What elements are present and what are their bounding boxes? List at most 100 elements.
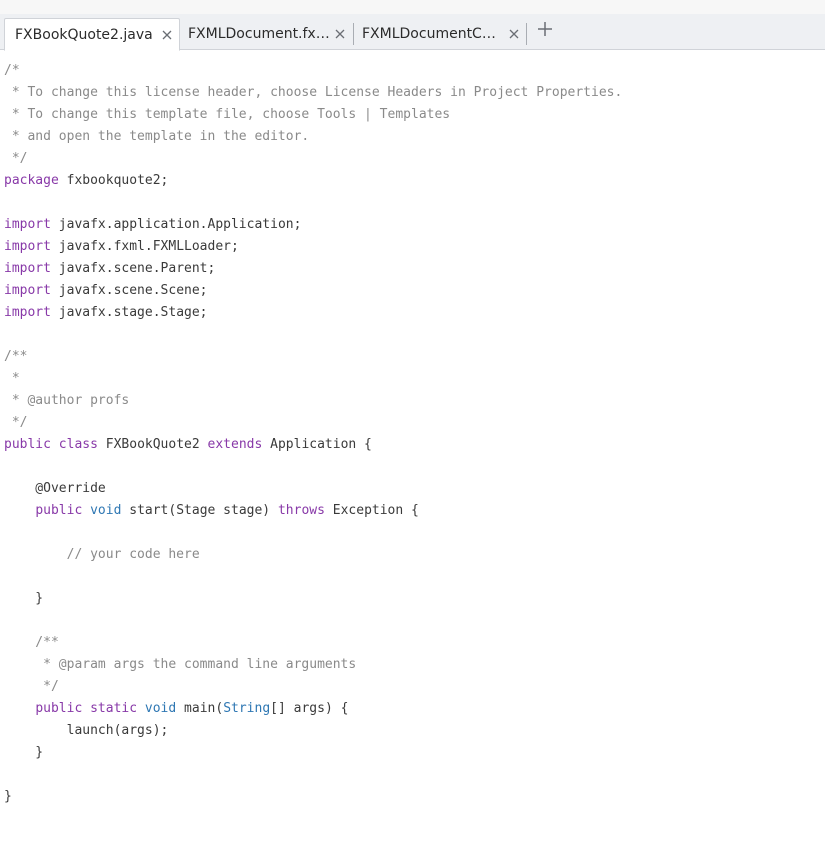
code-line[interactable]: * @param args the command line arguments xyxy=(0,654,825,676)
code-token-plain: javafx.fxml.FXMLLoader; xyxy=(50,239,239,254)
code-token-plain: main( xyxy=(176,701,224,716)
code-line[interactable]: package fxbookquote2; xyxy=(0,170,825,192)
close-icon[interactable] xyxy=(508,28,520,40)
code-line[interactable] xyxy=(0,610,825,632)
code-token-plain: Exception { xyxy=(324,503,419,518)
code-line[interactable]: /** xyxy=(0,632,825,654)
code-token-plain: } xyxy=(4,745,44,760)
code-line[interactable]: import javafx.fxml.FXMLLoader; xyxy=(0,236,825,258)
tab-fxmldocumentcontroller-java[interactable]: FXMLDocumentCo... xyxy=(354,18,526,50)
code-line[interactable]: import javafx.scene.Scene; xyxy=(0,280,825,302)
code-token-keyword: package xyxy=(4,173,59,188)
code-token-type: void xyxy=(144,701,177,716)
code-line[interactable]: * To change this template file, choose T… xyxy=(0,104,825,126)
code-token-keyword: import xyxy=(4,239,51,254)
code-token-plain: Application { xyxy=(262,437,372,452)
code-line[interactable]: */ xyxy=(0,412,825,434)
code-token-comment: * To change this template file, choose T… xyxy=(4,107,451,122)
code-token-comment: // your code here xyxy=(4,547,200,562)
code-token-keyword: class xyxy=(58,437,98,452)
code-line[interactable]: launch(args); xyxy=(0,720,825,742)
code-line[interactable]: import javafx.application.Application; xyxy=(0,214,825,236)
code-token-keyword: extends xyxy=(207,437,263,452)
code-token-keyword: public xyxy=(35,503,83,518)
code-line[interactable]: public static void main(String[] args) { xyxy=(0,698,825,720)
code-token-plain: @Override xyxy=(4,481,106,496)
code-token-plain: launch(args); xyxy=(4,723,169,738)
code-token-plain: fxbookquote2; xyxy=(58,173,169,188)
code-line[interactable]: */ xyxy=(0,148,825,170)
code-line[interactable]: } xyxy=(0,588,825,610)
code-token-plain: javafx.stage.Stage; xyxy=(50,305,208,320)
code-token-plain: javafx.scene.Scene; xyxy=(50,283,208,298)
code-token-type: String xyxy=(223,701,271,716)
tab-separator xyxy=(526,23,527,45)
code-token-plain: javafx.application.Application; xyxy=(50,217,302,232)
tab-fxmldocument-fxml[interactable]: FXMLDocument.fxml xyxy=(180,18,354,50)
code-line[interactable]: @Override xyxy=(0,478,825,500)
code-token-keyword: static xyxy=(90,701,138,716)
code-line[interactable]: public class FXBookQuote2 extends Applic… xyxy=(0,434,825,456)
tab-fxbookquote2-java[interactable]: FXBookQuote2.java xyxy=(4,18,180,51)
code-line[interactable] xyxy=(0,324,825,346)
add-tab-button[interactable] xyxy=(536,22,554,40)
code-line[interactable] xyxy=(0,192,825,214)
code-token-comment: * @author profs xyxy=(4,393,130,408)
close-icon[interactable] xyxy=(334,28,346,40)
code-token-keyword: import xyxy=(4,217,51,232)
code-line[interactable]: * and open the template in the editor. xyxy=(0,126,825,148)
code-line[interactable]: /** xyxy=(0,346,825,368)
code-line[interactable]: import javafx.stage.Stage; xyxy=(0,302,825,324)
code-token-comment: /* xyxy=(4,63,20,78)
code-token-keyword: public xyxy=(4,437,51,452)
code-line[interactable] xyxy=(0,764,825,786)
code-token-comment: /** xyxy=(4,349,28,364)
code-line[interactable]: /* xyxy=(0,60,825,82)
editor-tab-bar: FXBookQuote2.java FXMLDocument.fxml FXML… xyxy=(0,14,825,51)
code-token-comment: * To change this license header, choose … xyxy=(4,85,623,100)
code-token-keyword: public xyxy=(35,701,83,716)
code-token-comment: */ xyxy=(4,151,28,166)
code-token-comment: * and open the template in the editor. xyxy=(4,129,310,144)
code-line[interactable] xyxy=(0,566,825,588)
code-token-comment: */ xyxy=(4,679,59,694)
code-line[interactable]: * xyxy=(0,368,825,390)
code-line[interactable] xyxy=(0,456,825,478)
code-token-keyword: throws xyxy=(277,503,325,518)
code-token-comment: * xyxy=(4,371,20,386)
code-line[interactable] xyxy=(0,522,825,544)
code-token-comment: */ xyxy=(4,415,28,430)
code-token-plain: } xyxy=(4,789,12,804)
code-token-comment: /** xyxy=(4,635,59,650)
plus-icon xyxy=(537,21,553,41)
code-token-plain: FXBookQuote2 xyxy=(97,437,208,452)
code-editor[interactable]: /* * To change this license header, choo… xyxy=(0,60,825,808)
code-line[interactable]: } xyxy=(0,742,825,764)
code-line[interactable]: // your code here xyxy=(0,544,825,566)
code-line[interactable]: } xyxy=(0,786,825,808)
code-token-keyword: import xyxy=(4,283,51,298)
tab-label: FXMLDocument.fxml xyxy=(188,26,330,42)
code-token-keyword: import xyxy=(4,261,51,276)
code-token-comment: * @param args the command line arguments xyxy=(4,657,357,672)
code-line[interactable]: public void start(Stage stage) throws Ex… xyxy=(0,500,825,522)
code-line[interactable]: import javafx.scene.Parent; xyxy=(0,258,825,280)
code-token-plain: } xyxy=(4,591,44,606)
code-line[interactable]: * To change this license header, choose … xyxy=(0,82,825,104)
code-line[interactable]: */ xyxy=(0,676,825,698)
code-line[interactable]: * @author profs xyxy=(0,390,825,412)
code-token-type: void xyxy=(90,503,122,518)
tab-label: FXMLDocumentCo... xyxy=(362,26,502,42)
code-token-plain: [] args) { xyxy=(270,701,349,716)
code-token-plain: javafx.scene.Parent; xyxy=(50,261,216,276)
tab-label: FXBookQuote2.java xyxy=(15,26,153,43)
close-icon[interactable] xyxy=(161,29,173,41)
code-token-keyword: import xyxy=(4,305,51,320)
window-top-strip xyxy=(0,0,825,14)
